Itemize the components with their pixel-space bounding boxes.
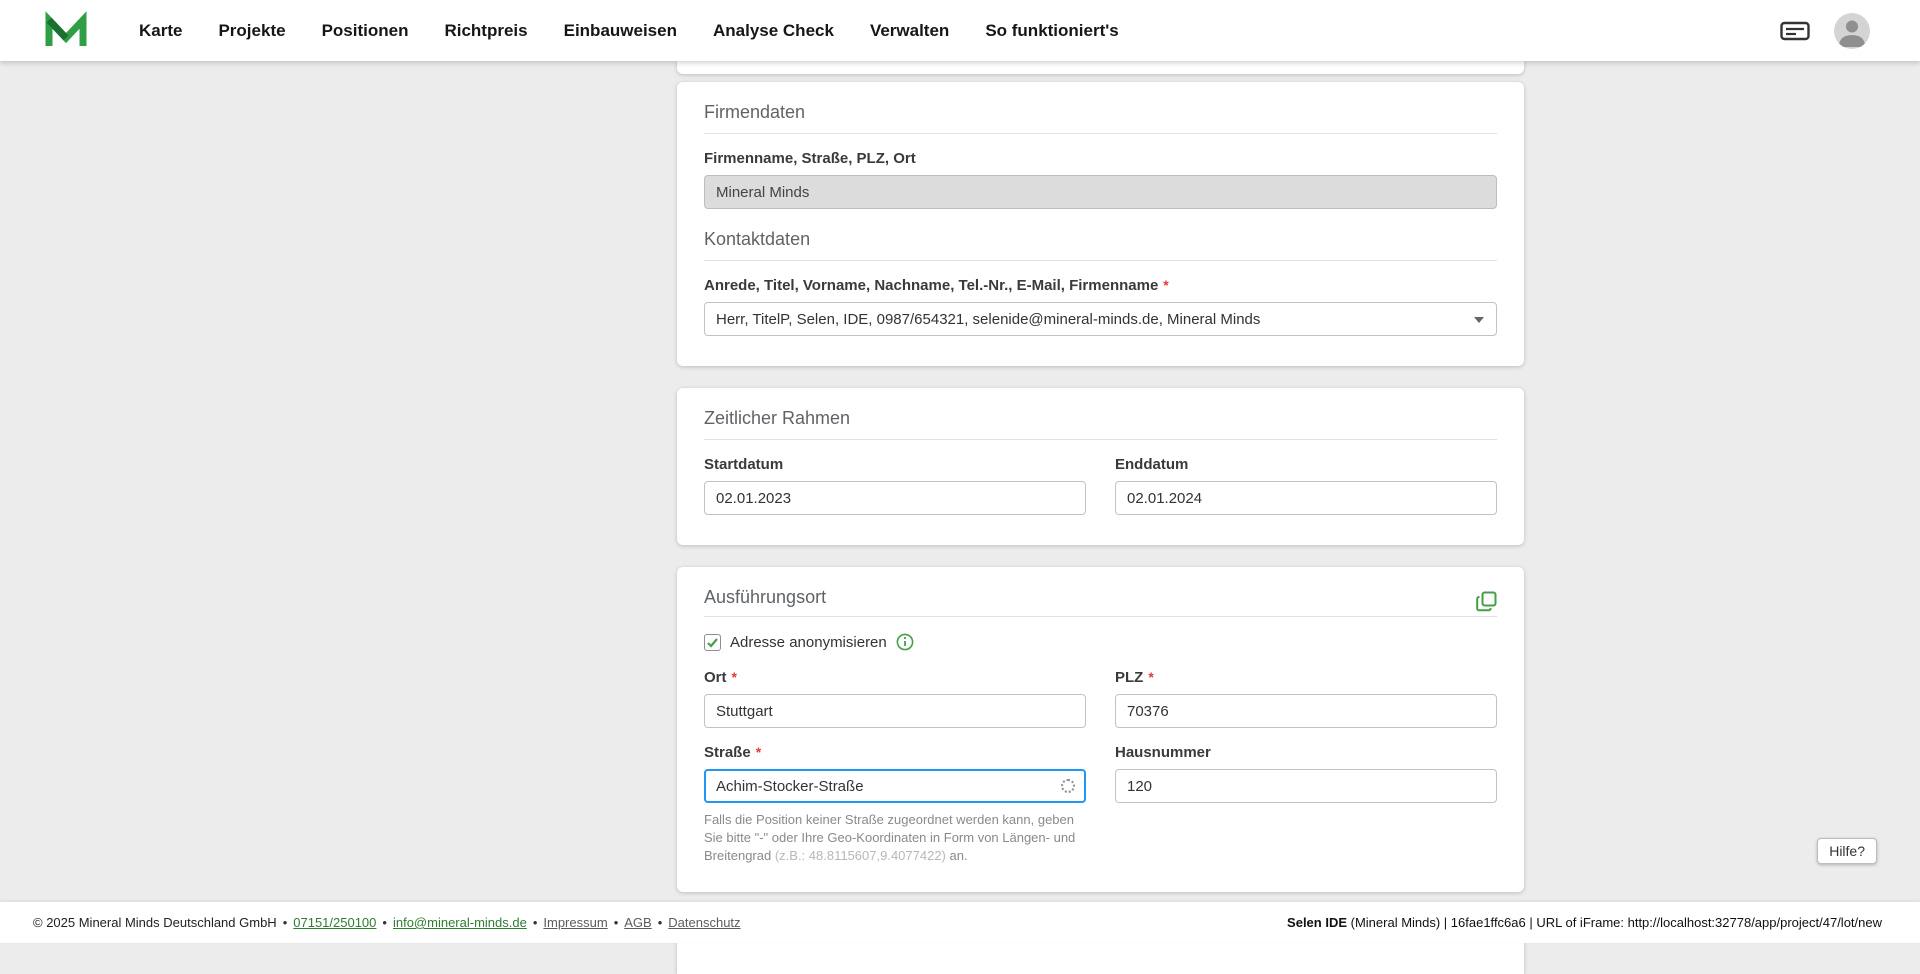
- copy-icon[interactable]: [1476, 591, 1497, 612]
- copyright-text: © 2025 Mineral Minds Deutschland GmbH: [33, 915, 277, 930]
- hausnummer-input[interactable]: [1115, 769, 1497, 803]
- required-marker: *: [1163, 277, 1169, 293]
- nav-item-analyse-check[interactable]: Analyse Check: [713, 21, 834, 41]
- anonymize-checkbox[interactable]: [704, 633, 721, 651]
- server-icon[interactable]: [1780, 19, 1810, 43]
- previous-card-partial: [677, 61, 1524, 74]
- required-marker: *: [755, 744, 762, 760]
- zeitlicher-rahmen-title: Zeitlicher Rahmen: [704, 408, 851, 428]
- strasse-input[interactable]: [704, 769, 1086, 803]
- startdatum-label: Startdatum: [704, 456, 784, 473]
- nav-item-verwalten[interactable]: Verwalten: [870, 21, 949, 41]
- nav-right: [1780, 12, 1870, 49]
- ausfuehrungsort-card: Ausführungsort Adresse anonymisieren Ort…: [677, 567, 1524, 892]
- zeitlicher-rahmen-card: Zeitlicher Rahmen Startdatum Enddatum: [677, 388, 1524, 545]
- nav-item-so-funktionierts[interactable]: So funktioniert's: [985, 21, 1118, 41]
- mineral-minds-logo-icon[interactable]: [43, 8, 89, 54]
- firmendaten-title: Firmendaten: [704, 102, 806, 122]
- divider: [704, 133, 1497, 134]
- bullet-separator: •: [657, 915, 663, 930]
- agb-link[interactable]: AGB: [624, 915, 651, 930]
- nav-item-positionen[interactable]: Positionen: [322, 21, 409, 41]
- ausfuehrungsort-title: Ausführungsort: [704, 587, 827, 607]
- loading-spinner-icon: [1061, 779, 1075, 793]
- kontaktdaten-title: Kontaktdaten: [704, 229, 811, 249]
- nav-item-richtpreis[interactable]: Richtpreis: [444, 21, 527, 41]
- plz-input[interactable]: [1115, 694, 1497, 728]
- footer-debug-info: Selen IDE (Mineral Minds) | 16fae1ffc6a6…: [1287, 915, 1882, 930]
- enddatum-input[interactable]: [1115, 481, 1497, 515]
- bullet-separator: •: [532, 915, 538, 930]
- divider: [704, 616, 1497, 617]
- footer: © 2025 Mineral Minds Deutschland GmbH • …: [0, 902, 1920, 943]
- firmendaten-card: Firmendaten Firmenname, Straße, PLZ, Ort…: [677, 82, 1524, 366]
- kontakt-label: Anrede, Titel, Vorname, Nachname, Tel.-N…: [704, 277, 1169, 294]
- divider: [704, 439, 1497, 440]
- bullet-separator: •: [613, 915, 619, 930]
- bullet-separator: •: [382, 915, 387, 930]
- kontakt-select-value: Herr, TitelP, Selen, IDE, 0987/654321, s…: [716, 310, 1261, 328]
- startdatum-input[interactable]: [704, 481, 1086, 515]
- bullet-separator: •: [282, 915, 288, 930]
- required-marker: *: [731, 669, 737, 685]
- enddatum-label: Enddatum: [1115, 456, 1189, 473]
- checkmark-icon: [707, 637, 718, 648]
- plz-label: PLZ *: [1115, 669, 1154, 686]
- firmenname-label: Firmenname, Straße, PLZ, Ort: [704, 150, 916, 167]
- navbar: Karte Projekte Positionen Richtpreis Ein…: [0, 0, 1920, 61]
- divider: [704, 260, 1497, 261]
- firmenname-input[interactable]: [704, 175, 1497, 209]
- nav-item-projekte[interactable]: Projekte: [218, 21, 285, 41]
- footer-left: © 2025 Mineral Minds Deutschland GmbH • …: [33, 915, 741, 930]
- required-marker: *: [1148, 669, 1154, 685]
- main-content: Firmendaten Firmenname, Straße, PLZ, Ort…: [677, 61, 1524, 974]
- phone-link[interactable]: 07151/250100: [293, 915, 376, 930]
- strasse-hint: Falls die Position keiner Straße zugeord…: [704, 812, 1076, 864]
- datenschutz-link[interactable]: Datenschutz: [668, 915, 740, 930]
- ort-input[interactable]: [704, 694, 1086, 728]
- info-icon[interactable]: [896, 633, 914, 651]
- ort-label: Ort *: [704, 669, 737, 686]
- kontakt-select[interactable]: Herr, TitelP, Selen, IDE, 0987/654321, s…: [704, 302, 1497, 336]
- nav-item-karte[interactable]: Karte: [139, 21, 182, 41]
- ide-name: Selen IDE: [1287, 915, 1348, 930]
- help-button[interactable]: Hilfe?: [1817, 838, 1877, 864]
- chevron-down-icon: [1474, 317, 1484, 323]
- impressum-link[interactable]: Impressum: [543, 915, 607, 930]
- nav-items: Karte Projekte Positionen Richtpreis Ein…: [139, 21, 1780, 41]
- strasse-label: Straße *: [704, 744, 762, 761]
- anonymize-label: Adresse anonymisieren: [730, 633, 887, 651]
- email-link[interactable]: info@mineral-minds.de: [393, 915, 527, 930]
- nav-item-einbauweisen[interactable]: Einbauweisen: [564, 21, 677, 41]
- avatar[interactable]: [1834, 12, 1870, 49]
- hausnummer-label: Hausnummer: [1115, 744, 1211, 761]
